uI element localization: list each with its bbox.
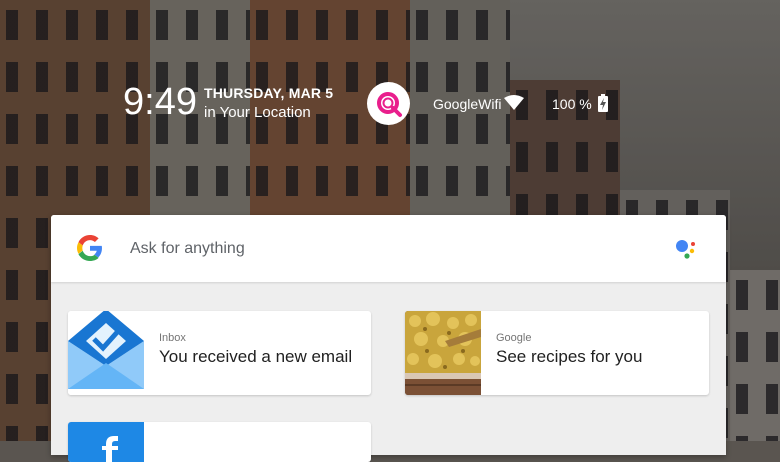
clock-date[interactable]: THURSDAY, MAR 5 <box>204 85 333 101</box>
inbox-email-card[interactable]: Inbox You received a new email <box>68 311 371 395</box>
battery-charging-icon <box>598 94 608 112</box>
wifi-icon[interactable] <box>504 95 524 111</box>
facebook-app-icon <box>68 422 144 462</box>
inbox-envelope-icon <box>68 311 144 395</box>
card-title: See recipes for you <box>496 347 643 366</box>
recipe-food-photo <box>405 311 481 395</box>
card-title: You received a new email <box>159 347 353 366</box>
google-feed-panel: Ask for anything Inbox You received a ne… <box>51 215 726 462</box>
search-input[interactable]: Ask for anything <box>130 240 245 258</box>
q-app-icon[interactable] <box>367 82 410 125</box>
clock-time[interactable]: 9:49 <box>123 82 197 122</box>
google-g-icon[interactable] <box>77 235 103 261</box>
battery-percent: 100 % <box>552 96 592 112</box>
wifi-network-name[interactable]: GoogleWifi <box>433 96 501 112</box>
card-source: Google <box>496 332 532 344</box>
partial-card[interactable] <box>68 422 371 462</box>
search-bar[interactable]: Ask for anything <box>51 215 726 282</box>
recipes-card[interactable]: Google See recipes for you <box>405 311 709 395</box>
q-logo-icon <box>376 91 402 117</box>
clock-location: in Your Location <box>204 104 311 121</box>
card-source: Inbox <box>159 332 186 344</box>
google-assistant-icon[interactable] <box>674 237 698 261</box>
